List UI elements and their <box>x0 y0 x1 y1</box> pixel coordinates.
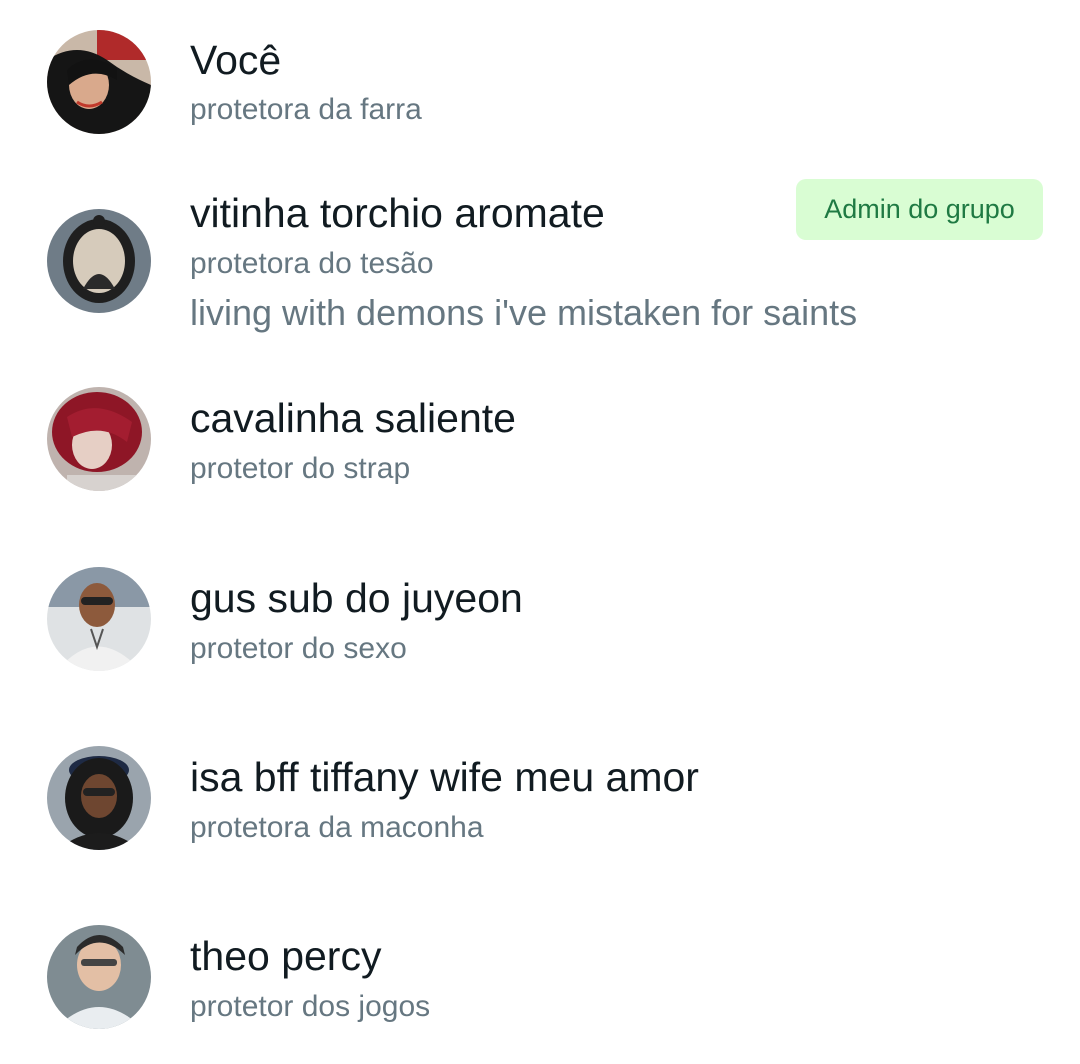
member-subtitle: protetor do strap <box>190 452 411 485</box>
member-name: Você <box>190 37 282 83</box>
member-row-theo[interactable]: theo percy protetor dos jogos <box>0 890 1080 1064</box>
avatar-photo <box>47 209 151 313</box>
member-subtitle: protetora da maconha <box>190 811 484 844</box>
member-name: isa bff tiffany wife meu amor <box>190 754 699 800</box>
member-name: theo percy <box>190 933 382 979</box>
avatar[interactable] <box>47 567 151 671</box>
avatar[interactable] <box>47 30 151 134</box>
admin-badge: Admin do grupo <box>796 179 1043 240</box>
avatar[interactable] <box>47 209 151 313</box>
member-row-gus[interactable]: gus sub do juyeon protetor do sexo <box>0 530 1080 710</box>
avatar-photo <box>47 30 151 134</box>
member-subtitle: protetor do sexo <box>190 632 407 665</box>
avatar-photo <box>47 387 151 491</box>
member-about: living with demons i've mistaken for sai… <box>190 292 858 333</box>
avatar[interactable] <box>47 925 151 1029</box>
avatar[interactable] <box>47 387 151 491</box>
member-subtitle: protetor dos jogos <box>190 990 431 1023</box>
member-name: vitinha torchio aromate <box>190 190 605 236</box>
member-row-cavalinha[interactable]: cavalinha saliente protetor do strap <box>0 350 1080 530</box>
member-row-isa[interactable]: isa bff tiffany wife meu amor protetora … <box>0 710 1080 890</box>
group-member-list: Você protetora da farra vitinha torchio … <box>0 0 1080 1064</box>
member-name: gus sub do juyeon <box>190 575 523 621</box>
member-name: cavalinha saliente <box>190 395 516 441</box>
avatar-photo <box>47 567 151 671</box>
member-subtitle: protetora da farra <box>190 93 422 126</box>
member-row-voce[interactable]: Você protetora da farra <box>0 0 1080 160</box>
member-subtitle: protetora do tesão <box>190 247 434 280</box>
avatar[interactable] <box>47 746 151 850</box>
avatar-photo <box>47 746 151 850</box>
avatar-photo <box>47 925 151 1029</box>
